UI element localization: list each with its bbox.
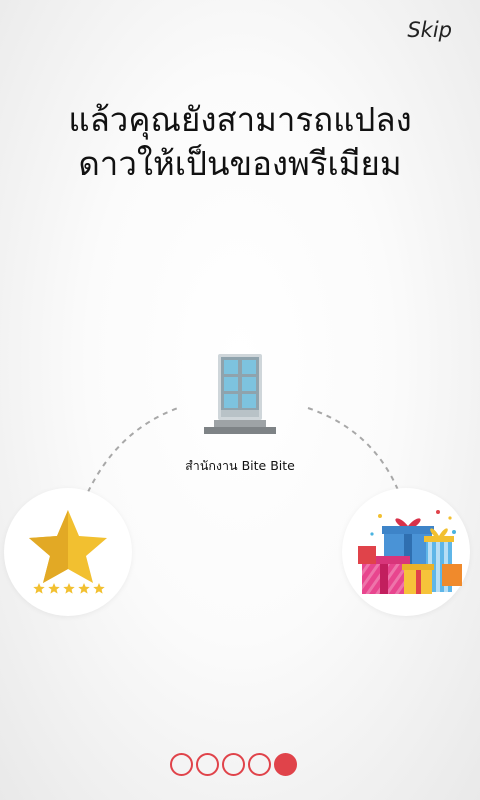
star-icon: [29, 510, 107, 594]
rating-stars-icon: [33, 583, 105, 594]
office-label: สำนักงาน Bite Bite: [185, 458, 295, 473]
page-dot-5-active[interactable]: [274, 753, 297, 776]
page-dot-3[interactable]: [222, 753, 245, 776]
page-dot-2[interactable]: [196, 753, 219, 776]
page-dot-1[interactable]: [170, 753, 193, 776]
building-door-icon: [204, 354, 276, 434]
page-dot-4[interactable]: [248, 753, 271, 776]
pagination-dots: [170, 753, 297, 776]
gift-reward-circle: [342, 488, 470, 616]
gift-boxes-icon: [358, 510, 462, 594]
star-reward-circle: [4, 488, 132, 616]
